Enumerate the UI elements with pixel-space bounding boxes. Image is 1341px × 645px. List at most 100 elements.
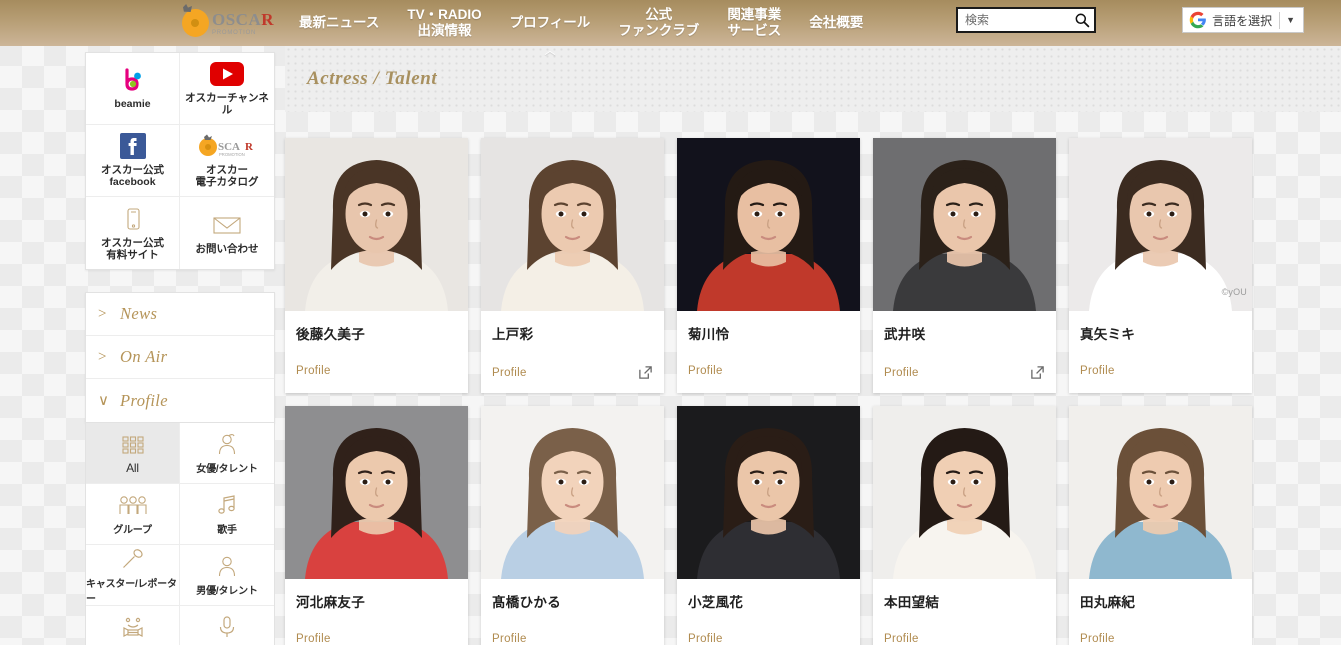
talent-photo [285, 138, 468, 311]
social-link-beamie[interactable]: beamie [86, 53, 180, 125]
actor-icon [215, 553, 239, 579]
sidebar: beamie オスカーチャンネル オスカー公式 facebook SCA R P… [85, 52, 275, 645]
social-label-catalog: オスカー 電子カタログ [195, 164, 259, 188]
google-translate-widget[interactable]: 言語を選択 ▼ [1182, 7, 1304, 33]
talent-card-footer: Profile [688, 633, 849, 645]
talent-card-2[interactable]: 上戸彩 Profile [481, 138, 664, 393]
talent-photo: ©yOU [1069, 138, 1252, 311]
nav-news[interactable]: 最新ニュース [285, 15, 393, 31]
social-label-beamie: beamie [114, 98, 151, 110]
talent-card-3[interactable]: 菊川怜 Profile [677, 138, 860, 393]
category-label-actress: 女優/タレント [196, 464, 258, 475]
talent-photo [873, 406, 1056, 579]
nav-profile[interactable]: プロフィール ︿ [496, 0, 605, 57]
logo-tagline: PROMOTION [211, 29, 257, 36]
talent-name: 小芝風花 [688, 595, 744, 610]
talent-card-4[interactable]: 武井咲 Profile [873, 138, 1056, 393]
google-icon [1189, 11, 1206, 29]
logo-wordmark: OSCAR [211, 9, 274, 29]
search-icon[interactable] [1074, 12, 1090, 28]
talent-card-footer: Profile [296, 633, 457, 645]
talent-card-footer: Profile [492, 365, 653, 380]
social-link-paidsite[interactable]: オスカー公式 有料サイト [86, 197, 180, 269]
category-actress[interactable]: 女優/タレント [180, 423, 274, 484]
site-logo[interactable]: OSCAR PROMOTION [182, 3, 274, 43]
category-singer[interactable]: 歌手 [180, 484, 274, 545]
profile-link[interactable]: Profile [1080, 365, 1115, 377]
talent-card-body: 河北麻友子 Profile [285, 579, 468, 645]
actress-icon [215, 431, 239, 457]
portrait-illustration [677, 406, 860, 579]
profile-link[interactable]: Profile [492, 633, 527, 645]
sidebar-item-profile[interactable]: ∨ Profile [86, 379, 274, 422]
sidebar-label-profile: Profile [120, 390, 169, 410]
category-group[interactable]: グループ [86, 484, 180, 545]
talent-name: 髙橋ひかる [492, 595, 561, 610]
portrait-illustration [873, 138, 1056, 311]
external-link-icon[interactable] [1030, 365, 1045, 380]
social-link-facebook[interactable]: オスカー公式 facebook [86, 125, 180, 197]
talent-card-footer: Profile [1080, 633, 1241, 645]
profile-link[interactable]: Profile [492, 367, 527, 379]
talent-photo [1069, 406, 1252, 579]
talent-card-footer: Profile [688, 365, 849, 377]
search-box[interactable] [956, 7, 1096, 33]
sidebar-item-news[interactable]: > News [86, 293, 274, 336]
social-link-catalog[interactable]: SCA R PROMOTION オスカー 電子カタログ [180, 125, 274, 197]
social-link-youtube[interactable]: オスカーチャンネル [180, 53, 274, 125]
category-caster[interactable]: キャスター/レポーター [86, 545, 180, 606]
profile-link[interactable]: Profile [296, 633, 331, 645]
nav-services[interactable]: 関連事業 サービス [713, 7, 795, 39]
profile-link[interactable]: Profile [296, 365, 331, 377]
profile-link[interactable]: Profile [884, 633, 919, 645]
talent-card-footer: Profile [296, 365, 457, 377]
category-label-all: All [126, 460, 139, 475]
category-all[interactable]: All [86, 423, 180, 484]
profile-link[interactable]: Profile [884, 367, 919, 379]
nav-company[interactable]: 会社概要 [795, 15, 877, 31]
sidebar-item-onair[interactable]: > On Air [86, 336, 274, 379]
category-label-actor: 男優/タレント [196, 586, 258, 597]
talent-card-body: 本田望結 Profile [873, 579, 1056, 645]
oscar-catalog-icon: SCA R PROMOTION [196, 133, 258, 159]
talent-photo [677, 406, 860, 579]
voice-mic-icon [215, 614, 239, 640]
profile-link[interactable]: Profile [688, 633, 723, 645]
social-link-contact[interactable]: お問い合わせ [180, 197, 274, 269]
talent-card-footer: Profile [492, 633, 653, 645]
profile-link[interactable]: Profile [688, 365, 723, 377]
profile-link[interactable]: Profile [1080, 633, 1115, 645]
nav-fanclub[interactable]: 公式 ファンクラブ [604, 7, 713, 39]
svg-text:PROMOTION: PROMOTION [219, 152, 245, 157]
talent-card-6[interactable]: 河北麻友子 Profile [285, 406, 468, 645]
translate-label: 言語を選択 [1212, 13, 1273, 28]
talent-card-9[interactable]: 本田望結 Profile [873, 406, 1056, 645]
category-grid: All 女優/タレント グループ 歌手 キャスター/レポーター 男優/タレント [85, 423, 275, 645]
nav-profile-label: プロフィール [509, 15, 591, 30]
chevron-up-icon: ︿ [544, 45, 556, 57]
category-variety[interactable]: バラエティ [86, 606, 180, 645]
page-header: Actress / Talent [285, 46, 1341, 112]
talent-name: 上戸彩 [492, 327, 534, 342]
talent-card-body: 武井咲 Profile [873, 311, 1056, 393]
mail-icon [212, 212, 242, 238]
talent-card-10[interactable]: 田丸麻紀 Profile [1069, 406, 1252, 645]
talent-card-grid: 後藤久美子 Profile 上戸彩 Profile 菊川怜 Profile 武井… [285, 112, 1341, 645]
talent-card-1[interactable]: 後藤久美子 Profile [285, 138, 468, 393]
portrait-illustration [285, 138, 468, 311]
main-content: Actress / Talent 後藤久美子 Profile 上戸彩 Profi… [285, 46, 1341, 645]
talent-name: 田丸麻紀 [1080, 595, 1136, 610]
category-actor[interactable]: 男優/タレント [180, 545, 274, 606]
chevron-down-icon[interactable]: ▼ [1280, 15, 1301, 25]
category-label-singer: 歌手 [217, 525, 237, 536]
talent-card-8[interactable]: 小芝風花 Profile [677, 406, 860, 645]
nav-tv-radio[interactable]: TV・RADIO 出演情報 [393, 7, 495, 39]
chevron-down-icon: ∨ [98, 393, 109, 409]
talent-card-5[interactable]: ©yOU 真矢ミキ Profile [1069, 138, 1252, 393]
photo-watermark: ©yOU [1221, 287, 1247, 297]
microphone-icon [120, 546, 146, 572]
search-input[interactable] [965, 13, 1074, 27]
talent-card-7[interactable]: 髙橋ひかる Profile [481, 406, 664, 645]
category-voiceactor[interactable]: 声優 [180, 606, 274, 645]
external-link-icon[interactable] [638, 365, 653, 380]
